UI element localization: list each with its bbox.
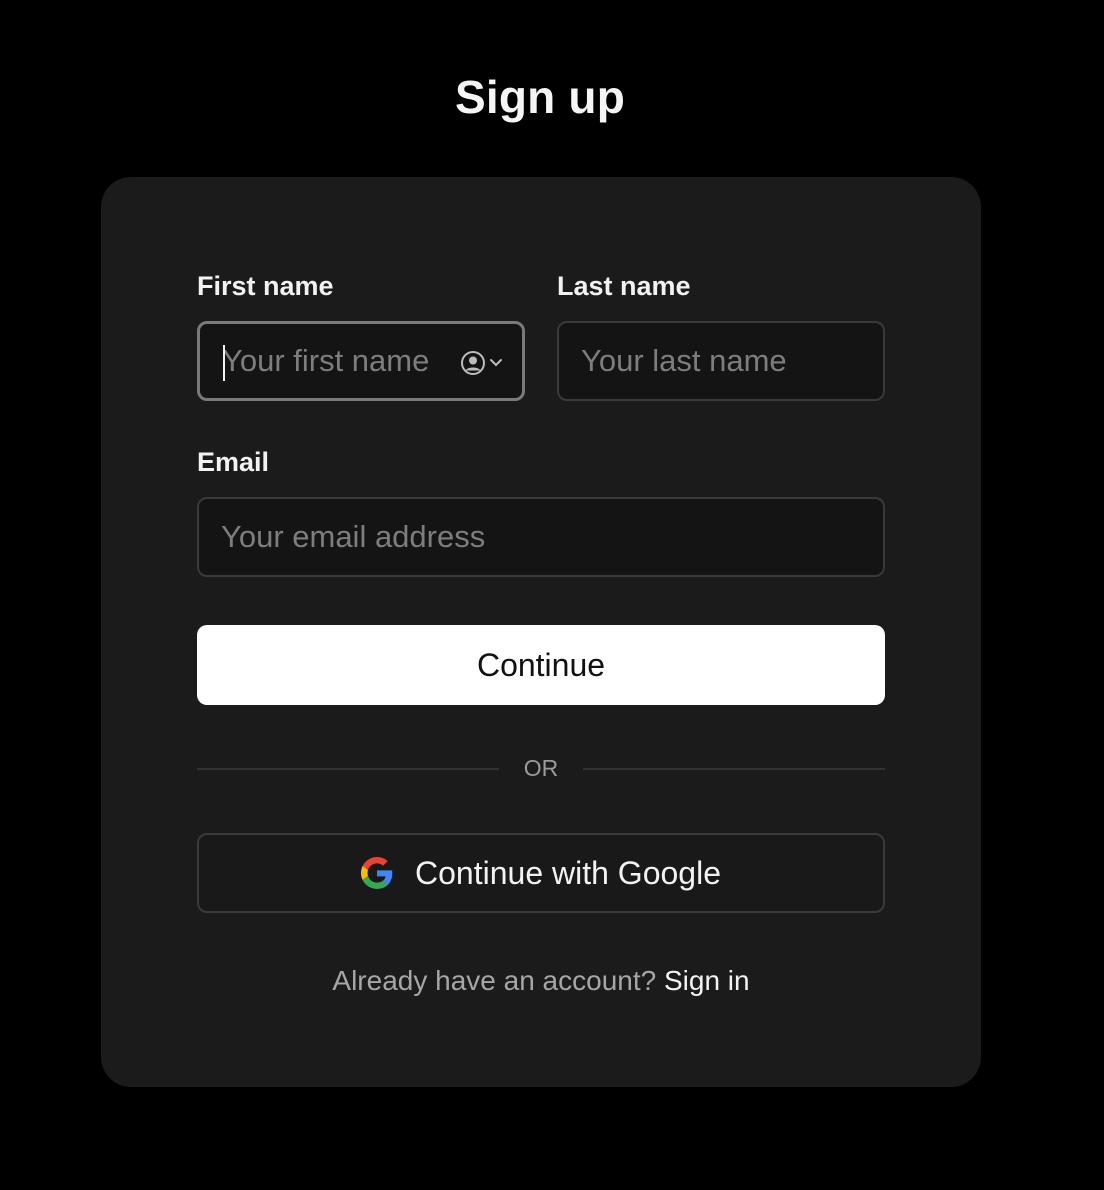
divider-line-right [583,768,885,770]
person-circle-icon [461,351,485,375]
email-label: Email [197,447,270,477]
signup-form: First name Your first name Last name You… [197,177,885,1087]
contact-autofill-icon[interactable] [460,350,508,376]
last-name-label: Last name [557,271,691,301]
google-icon [361,857,393,889]
name-row: First name Your first name Last name You… [197,269,885,401]
first-name-label: First name [197,271,334,301]
email-input[interactable] [199,499,883,575]
last-name-field-wrapper[interactable] [557,321,885,401]
last-name-input[interactable] [559,323,883,399]
footer-prompt-text: Already have an account? [332,965,657,996]
or-divider: OR [197,753,885,783]
page-title: Sign up [454,71,626,123]
first-name-group: First name [197,269,525,401]
first-name-field-wrapper[interactable] [197,321,525,401]
email-field-wrapper[interactable] [197,497,885,577]
signup-card: First name Your first name Last name You… [101,177,981,1087]
text-caret [223,345,225,381]
email-group: Email [197,445,885,577]
continue-with-google-button[interactable]: Continue with Google [197,833,885,913]
last-name-group: Last name [557,269,885,401]
google-button-label: Continue with Google [415,854,721,891]
chevron-down-icon [490,359,502,367]
continue-button[interactable]: Continue [197,625,885,705]
signin-prompt: Already have an account? Sign in [197,963,885,999]
sign-in-link[interactable]: Sign in [664,965,750,996]
